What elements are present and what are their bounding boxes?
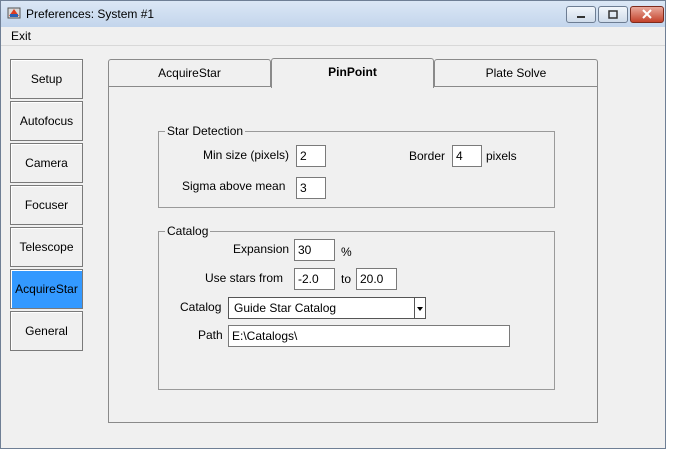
window-title: Preferences: System #1 xyxy=(26,7,155,21)
expansion-field[interactable]: 30 xyxy=(294,239,335,261)
catalog-select-value: Guide Star Catalog xyxy=(234,301,337,315)
expansion-label: Expansion xyxy=(233,242,290,256)
preferences-window: Preferences: System #1 Exit Setup Autofo… xyxy=(0,0,666,449)
stars-from-field[interactable]: -2.0 xyxy=(294,268,335,290)
menu-exit[interactable]: Exit xyxy=(11,29,31,43)
app-icon xyxy=(7,7,21,19)
menu-bar: Exit xyxy=(1,27,665,46)
close-button[interactable] xyxy=(630,6,664,23)
to-label: to xyxy=(341,272,352,286)
maximize-icon xyxy=(608,10,618,19)
tab-plate-solve[interactable]: Plate Solve xyxy=(434,59,598,87)
border-unit-label: pixels xyxy=(486,149,517,163)
sigma-field[interactable]: 3 xyxy=(296,177,326,199)
stars-to-field[interactable]: 20.0 xyxy=(356,268,397,290)
minimize-button[interactable] xyxy=(566,6,596,23)
star-detection-group: Star Detection xyxy=(158,124,555,208)
expansion-unit-label: % xyxy=(341,245,352,259)
sigma-label: Sigma above mean xyxy=(182,179,286,193)
sidebar-item-focuser[interactable]: Focuser xyxy=(10,185,83,225)
min-size-label: Min size (pixels) xyxy=(203,148,290,162)
maximize-button[interactable] xyxy=(598,6,628,23)
close-icon xyxy=(642,9,652,19)
tab-pinpoint[interactable]: PinPoint xyxy=(271,58,434,88)
border-field[interactable]: 4 xyxy=(452,145,482,167)
use-stars-from-label: Use stars from xyxy=(205,271,284,285)
catalog-label: Catalog xyxy=(180,300,222,314)
min-size-field[interactable]: 2 xyxy=(296,145,326,167)
tab-acquirestar[interactable]: AcquireStar xyxy=(108,59,271,87)
path-label: Path xyxy=(198,328,223,342)
border-label: Border xyxy=(409,149,446,163)
catalog-legend: Catalog xyxy=(165,224,211,238)
title-bar[interactable]: Preferences: System #1 xyxy=(1,1,665,28)
catalog-select[interactable]: Guide Star Catalog xyxy=(228,297,426,319)
sidebar-item-acquirestar[interactable]: AcquireStar xyxy=(10,269,83,309)
star-detection-legend: Star Detection xyxy=(165,124,246,138)
sidebar-item-general[interactable]: General xyxy=(10,311,83,351)
sidebar-item-camera[interactable]: Camera xyxy=(10,143,83,183)
sidebar-item-setup[interactable]: Setup xyxy=(10,59,83,99)
sidebar-item-telescope[interactable]: Telescope xyxy=(10,227,83,267)
minimize-icon xyxy=(577,16,585,18)
chevron-down-icon[interactable] xyxy=(414,298,425,318)
sidebar-item-autofocus[interactable]: Autofocus xyxy=(10,101,83,141)
path-field[interactable]: E:\Catalogs\ xyxy=(228,325,510,347)
